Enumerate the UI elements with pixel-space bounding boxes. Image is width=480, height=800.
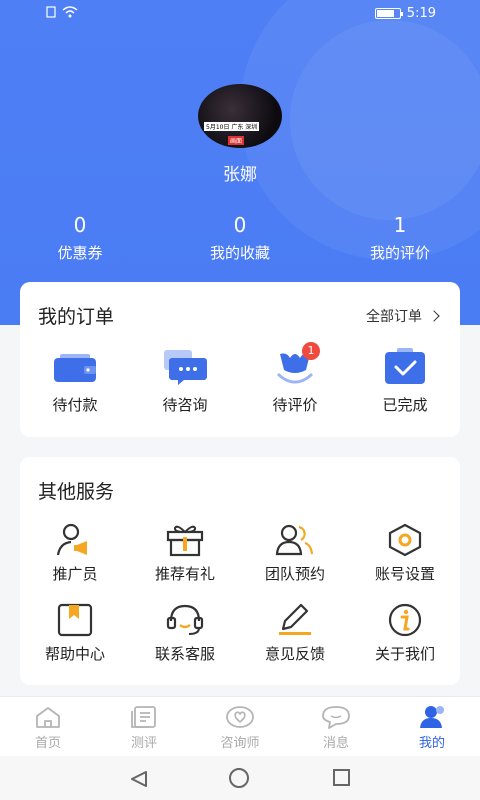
stats-row: 0 优惠券 0 我的收藏 1 我的评价 [0,212,480,263]
chat-icon [164,350,207,385]
recent-apps-icon[interactable] [333,769,350,786]
order-label: 待评价 [272,396,318,414]
settings-icon [388,523,422,557]
service-help-center[interactable]: 帮助中心 [20,603,130,683]
chevron-right-icon [428,310,440,322]
edit-icon [279,603,311,635]
order-pending-payment[interactable]: 待付款 [20,348,130,415]
stat-value: 1 [393,213,407,237]
service-feedback[interactable]: 意见反馈 [240,603,350,683]
wifi-icon [62,6,78,18]
stat-coupons[interactable]: 0 优惠券 [0,212,160,263]
message-icon [322,706,350,729]
gift-icon [166,525,204,557]
home-icon [36,707,60,728]
sim-icon [46,6,56,18]
assessment-icon [131,706,156,728]
help-book-icon [57,603,93,637]
avatar-tag: 画面 [228,136,245,145]
tab-counselor[interactable]: 咨询师 [192,697,288,756]
tab-profile[interactable]: 我的 [384,697,480,756]
tab-label: 首页 [34,736,61,751]
back-icon[interactable] [130,770,148,788]
service-label: 推广员 [52,565,98,583]
all-orders-label: 全部订单 [366,309,422,325]
bottom-tab-bar: 首页 测评 咨询师 消息 我的 [0,696,480,756]
service-promoter[interactable]: 推广员 [20,523,130,603]
tab-home[interactable]: 首页 [0,697,96,756]
service-about-us[interactable]: 关于我们 [350,603,460,683]
clock: 5:19 [406,6,436,21]
stat-reviews[interactable]: 1 我的评价 [320,212,480,263]
stat-favorites[interactable]: 0 我的收藏 [160,212,320,263]
orders-title: 我的订单 [38,306,115,328]
all-orders-link[interactable]: 全部订单 [366,306,440,326]
service-referral[interactable]: 推荐有礼 [130,523,240,603]
service-label: 意见反馈 [264,645,325,663]
headset-icon [166,604,204,635]
decor-circle [290,20,480,220]
promoter-icon [56,523,87,556]
tab-messages[interactable]: 消息 [288,697,384,756]
orders-card: 我的订单 全部订单 待付款 待咨询 1 待评价 已完成 [20,282,460,437]
stat-label: 我的评价 [369,244,430,262]
avatar-caption: 5月10日 广东 深圳 [204,122,260,131]
service-label: 推荐有礼 [154,565,215,583]
services-card: 其他服务 推广员 推荐有礼 团队预约 账号设置 帮助中心 联系客服 意见反馈 关… [20,457,460,685]
stat-value: 0 [73,213,87,237]
service-label: 联系客服 [154,645,215,663]
tab-label: 我的 [418,736,445,751]
stat-label: 优惠券 [57,244,103,262]
review-badge: 1 [302,342,320,360]
order-completed[interactable]: 已完成 [350,348,460,415]
home-circle-icon[interactable] [229,768,249,788]
order-pending-review[interactable]: 1 待评价 [240,342,350,415]
tab-label: 测评 [130,736,157,751]
services-title: 其他服务 [38,481,115,503]
status-bar: 5:19 [0,0,480,28]
completed-icon [385,348,425,384]
profile-icon [420,706,444,728]
tab-label: 消息 [322,736,349,751]
counselor-icon [226,706,254,728]
stat-label: 我的收藏 [209,244,270,262]
battery-icon [374,8,403,19]
service-label: 关于我们 [374,645,435,663]
order-label: 已完成 [382,396,428,414]
avatar[interactable]: 5月10日 广东 深圳 画面 [198,84,282,148]
order-pending-consult[interactable]: 待咨询 [130,348,240,415]
system-nav-bar [0,756,480,800]
order-label: 待付款 [52,396,98,414]
username: 张娜 [223,165,257,185]
wallet-icon [54,354,96,382]
service-label: 团队预约 [264,565,325,583]
team-icon [275,524,314,556]
service-customer-support[interactable]: 联系客服 [130,603,240,683]
service-account-settings[interactable]: 账号设置 [350,523,460,603]
tab-assessment[interactable]: 测评 [96,697,192,756]
service-label: 帮助中心 [44,645,105,663]
stat-value: 0 [233,213,247,237]
info-icon [388,603,422,637]
order-label: 待咨询 [162,396,208,414]
tab-label: 咨询师 [220,736,260,751]
service-label: 账号设置 [374,565,435,583]
service-team-booking[interactable]: 团队预约 [240,523,350,603]
